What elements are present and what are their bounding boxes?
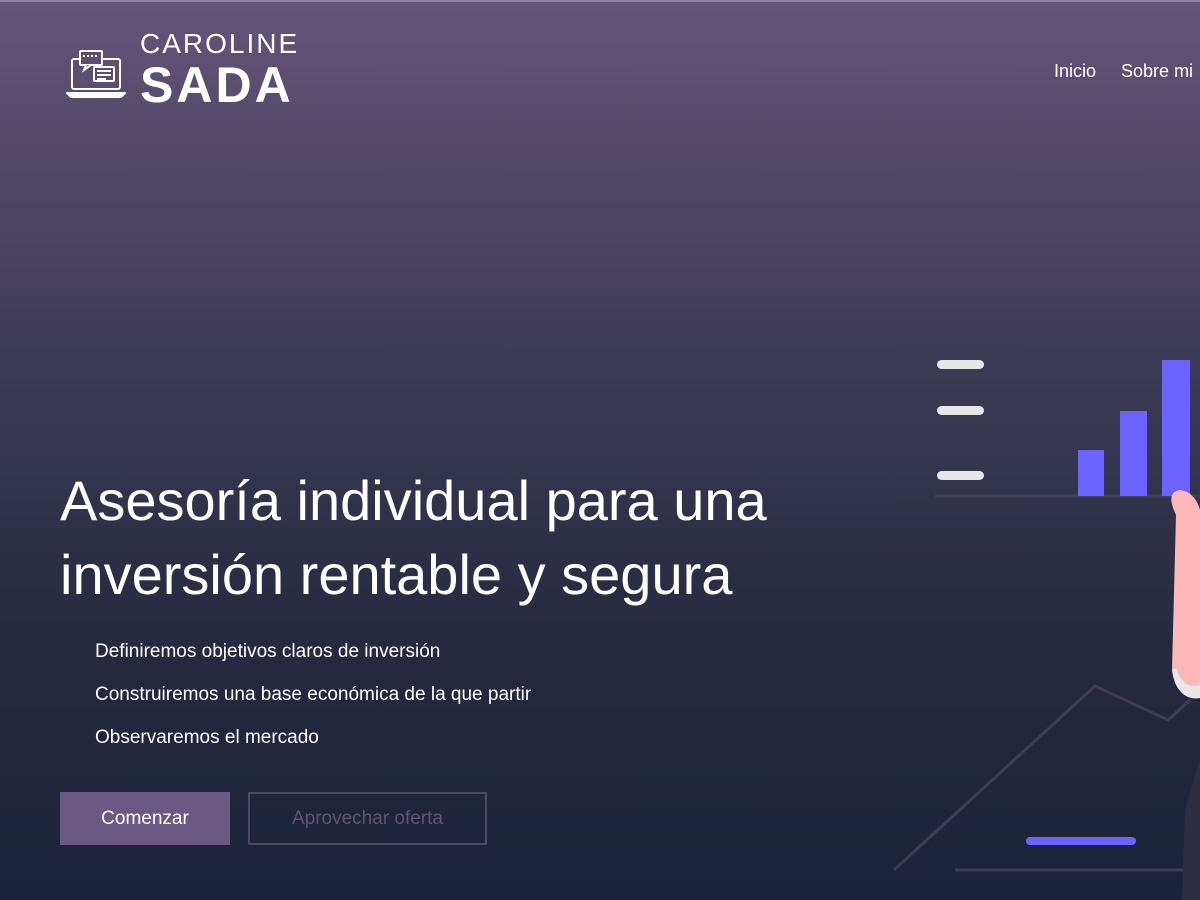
main-nav: Inicio Sobre mi bbox=[1054, 61, 1193, 82]
laptop-chat-icon bbox=[64, 37, 128, 104]
chart-bars bbox=[1078, 360, 1190, 496]
nav-item-inicio[interactable]: Inicio bbox=[1054, 61, 1096, 82]
feature-item: Definiremos objetivos claros de inversió… bbox=[95, 641, 441, 662]
feature-item: Construiremos una base económica de la q… bbox=[95, 684, 532, 705]
feature-item: Observaremos el mercado bbox=[95, 727, 319, 748]
feature-list: Definiremos objetivos claros de inversió… bbox=[95, 640, 531, 769]
start-button[interactable]: Comenzar bbox=[60, 792, 230, 845]
top-border bbox=[0, 0, 1200, 2]
nav-item-sobre-mi[interactable]: Sobre mi bbox=[1121, 61, 1193, 82]
brand-name-line1: CAROLINE bbox=[140, 28, 300, 59]
brand-logo[interactable]: CAROLINE SADA bbox=[64, 28, 300, 113]
chart-legend-lines bbox=[937, 360, 984, 480]
brand-name-line2: SADA bbox=[140, 57, 294, 113]
hero-title: Asesoría individual para una inversión r… bbox=[60, 469, 767, 606]
finance-illustration bbox=[892, 360, 1200, 900]
offer-button[interactable]: Aprovechar oferta bbox=[248, 792, 487, 845]
